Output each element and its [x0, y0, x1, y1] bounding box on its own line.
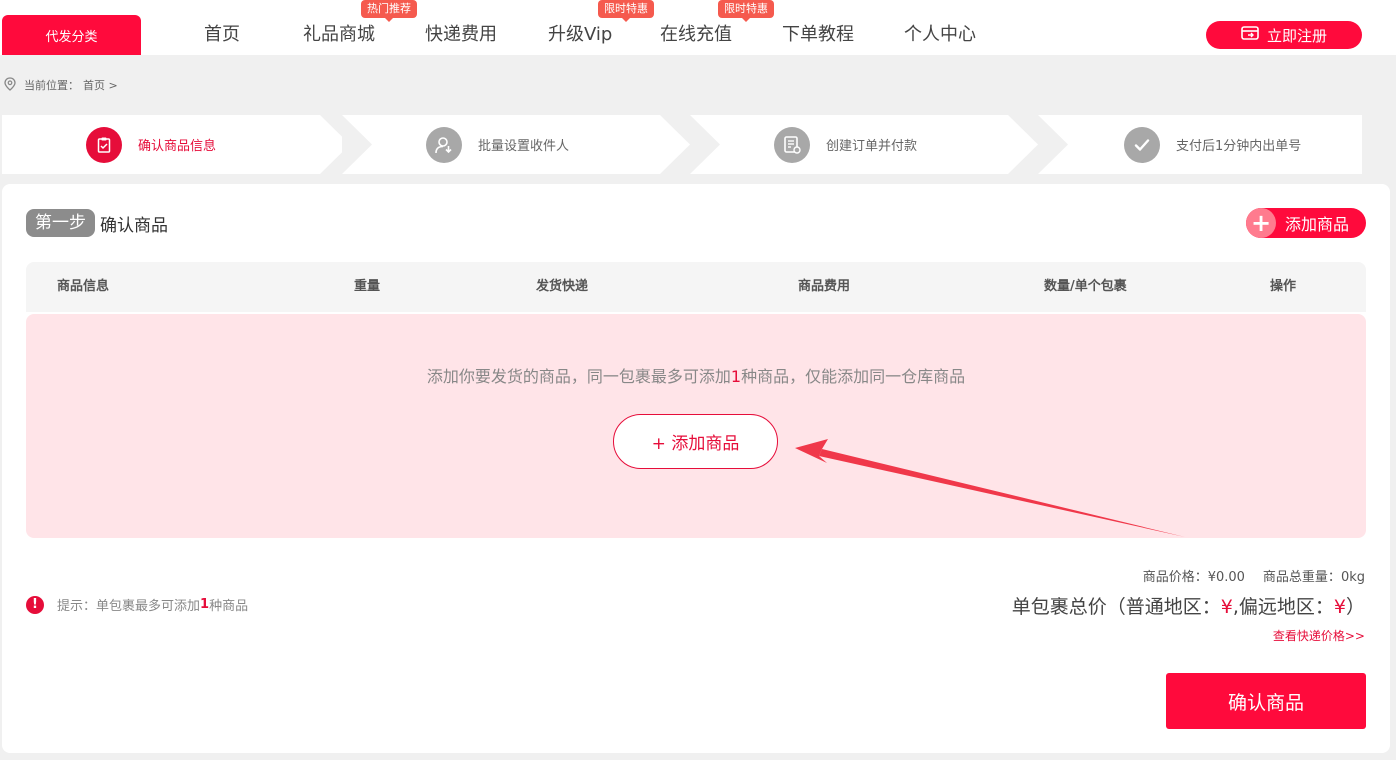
user-download-icon — [426, 126, 462, 163]
view-shipping-price-link[interactable]: 查看快递价格>> — [1273, 627, 1365, 644]
promo-badge: 限时特惠 — [598, 0, 654, 22]
breadcrumb: 当前位置： 首页 > — [4, 76, 118, 94]
plus-icon: + — [1246, 208, 1276, 238]
nav-item-upgrade-vip[interactable]: 升级Vip — [548, 23, 612, 47]
tip: ! 提示：单包裹最多可添加 1 种商品 — [26, 595, 248, 614]
step-set-recipients: 批量设置收件人 — [342, 115, 660, 174]
nav-item-tutorial[interactable]: 下单教程 — [782, 23, 854, 47]
normal-area-price: ¥ — [1220, 596, 1233, 618]
breadcrumb-current[interactable]: 首页 > — [83, 77, 118, 93]
add-goods-button[interactable]: + 添加商品 — [1246, 208, 1366, 238]
package-total: 单包裹总价（普通地区：¥,偏远地区：¥） — [1012, 592, 1365, 619]
step-tag: 第一步 — [26, 209, 95, 237]
column-header-quantity: 数量/单个包裹 — [1044, 279, 1127, 294]
column-header-courier: 发货快递 — [536, 279, 589, 294]
top-nav: 代发分类 首页 礼品商城 热门推荐 快递费用 升级Vip 限时特惠 在线充值 限… — [0, 0, 1396, 55]
empty-goods-area: 添加你要发货的商品，同一包裹最多可添加1种商品，仅能添加同一仓库商品 + 添加商… — [26, 314, 1366, 538]
register-card-icon — [1241, 25, 1259, 45]
column-header-weight: 重量 — [354, 279, 381, 294]
empty-hint-count: 1 — [730, 367, 742, 386]
nav-item-recharge[interactable]: 在线充值 — [660, 23, 732, 47]
nav-item-home[interactable]: 首页 — [204, 23, 240, 47]
weight-label: 商品总重量： — [1262, 570, 1341, 585]
section-header: 第一步 确认商品 — [26, 209, 168, 237]
progress-steps: 确认商品信息 批量设置收件人 创建订单并付款 支付后1分钟内出单号 — [2, 115, 1362, 174]
register-button[interactable]: 立即注册 — [1206, 21, 1362, 49]
remote-area-price: ¥ — [1333, 596, 1346, 618]
step-label: 确认商品信息 — [138, 139, 217, 154]
total-label: ） — [1345, 596, 1365, 618]
column-header-actions: 操作 — [1270, 279, 1297, 294]
empty-hint-text: 添加你要发货的商品，同一包裹最多可添加 — [426, 367, 731, 386]
tip-text: 提示：单包裹最多可添加 — [57, 599, 201, 614]
total-label: ,偏远地区： — [1232, 596, 1334, 618]
category-button[interactable]: 代发分类 — [2, 15, 141, 55]
tip-text: 种商品 — [209, 599, 249, 614]
nav-item-shipping-fees[interactable]: 快递费用 — [425, 23, 497, 47]
add-goods-label: 添加商品 — [1285, 215, 1350, 234]
confirm-goods-button[interactable]: 确认商品 — [1166, 673, 1366, 729]
breadcrumb-label: 当前位置： — [24, 79, 79, 92]
section-title: 确认商品 — [100, 215, 168, 236]
tip-count: 1 — [200, 597, 210, 612]
hot-badge: 热门推荐 — [361, 0, 417, 22]
column-header-goods-fee: 商品费用 — [798, 279, 851, 294]
location-pin-icon — [4, 76, 16, 94]
register-label: 立即注册 — [1266, 26, 1327, 45]
step-label: 支付后1分钟内出单号 — [1176, 139, 1302, 154]
step-label: 创建订单并付款 — [826, 139, 918, 154]
confirm-goods-card: 第一步 确认商品 + 添加商品 商品信息 重量 发货快递 商品费用 数量/单个包… — [2, 184, 1390, 753]
promo-badge: 限时特惠 — [718, 0, 774, 22]
weight-value: 0kg — [1340, 570, 1365, 585]
price-value: ¥0.00 — [1207, 570, 1245, 585]
clipboard-check-icon — [86, 126, 122, 163]
step-label: 批量设置收件人 — [478, 139, 570, 154]
table-header: 商品信息 重量 发货快递 商品费用 数量/单个包裹 操作 — [26, 262, 1366, 312]
summary-line: 商品价格：¥0.00 商品总重量：0kg — [1143, 566, 1365, 585]
alert-icon: ! — [26, 595, 44, 614]
step-get-tracking: 支付后1分钟内出单号 — [1038, 115, 1362, 174]
step-create-order: 创建订单并付款 — [690, 115, 1008, 174]
column-header-goods-info: 商品信息 — [57, 279, 110, 294]
empty-hint-text: 种商品，仅能添加同一仓库商品 — [741, 367, 966, 386]
nav-item-gift-mall[interactable]: 礼品商城 — [303, 23, 375, 47]
document-list-icon — [774, 126, 810, 163]
add-goods-button-center[interactable]: + 添加商品 — [613, 414, 778, 469]
nav-item-user-center[interactable]: 个人中心 — [904, 23, 976, 47]
step-confirm-goods: 确认商品信息 — [2, 115, 320, 174]
price-label: 商品价格： — [1142, 570, 1208, 585]
total-label: 单包裹总价（普通地区： — [1011, 596, 1221, 618]
empty-hint: 添加你要发货的商品，同一包裹最多可添加1种商品，仅能添加同一仓库商品 — [226, 363, 1166, 387]
checkmark-icon — [1124, 126, 1160, 163]
